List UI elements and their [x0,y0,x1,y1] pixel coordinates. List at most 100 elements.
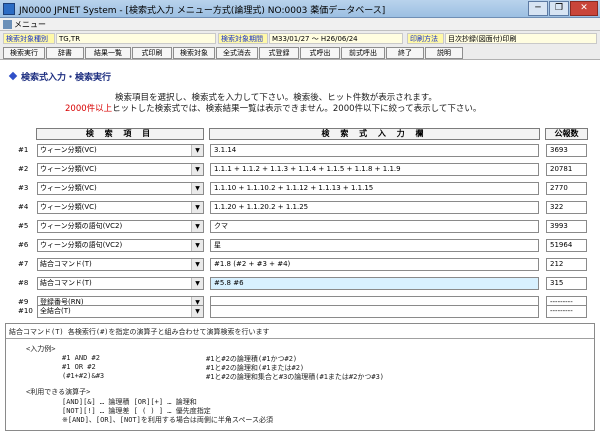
search-item-select[interactable]: ウィーン分類(VC) ▼ [37,182,204,195]
example-command: #1 OR #2 [62,363,96,371]
search-expression-input[interactable]: #1.8 (#2 + #3 + #4) [210,258,539,271]
row-number: #5 [18,222,29,230]
window-title: JN0000 JPNET System - [検索式入力 メニュー方式(論理式)… [19,6,386,16]
search-item-value: ウィーン分類の語句(VC2) [40,222,123,230]
dictionary-button[interactable]: 辞書 [46,47,84,59]
search-row: #10 全結合(T) ▼ --------- [18,303,590,321]
title-bar: JN0000 JPNET System - [検索式入力 メニュー方式(論理式)… [0,0,600,18]
row-number: #1 [18,146,29,154]
search-item-select[interactable]: ウィーン分類(VC) ▼ [37,144,204,157]
search-expression-input[interactable]: #5.8 #6 [210,277,539,290]
example-command: #1 AND #2 [62,354,100,362]
search-item-value: ウィーン分類(VC) [40,203,97,211]
dropdown-arrow-icon[interactable]: ▼ [191,221,203,232]
menu-item-menu[interactable]: メニュー [14,19,46,30]
dropdown-arrow-icon[interactable]: ▼ [191,145,203,156]
row-number: #8 [18,279,29,287]
search-expression-input[interactable]: 星 [210,239,539,252]
dropdown-arrow-icon[interactable]: ▼ [191,183,203,194]
hit-count: 3993 [546,220,587,233]
dropdown-arrow-icon[interactable]: ▼ [191,240,203,251]
search-item-value: ウィーン分類(VC) [40,165,97,173]
search-row: #1 ウィーン分類(VC) ▼ 3.1.14 3693 [18,142,590,161]
load-expression-button[interactable]: 式呼出 [300,47,340,59]
hit-count: --------- [546,305,587,318]
dropdown-arrow-icon[interactable]: ▼ [191,278,203,289]
search-item-select[interactable]: 全結合(T) ▼ [37,305,204,318]
exit-button[interactable]: 終了 [386,47,424,59]
dropdown-arrow-icon[interactable]: ▼ [191,202,203,213]
close-button[interactable]: ✕ [570,1,598,16]
target-period-value: M33/01/27 ～ H26/06/24 [269,33,403,44]
column-header-count: 公報数 [545,128,588,140]
search-expression-input[interactable]: 1.1.1 + 1.1.2 + 1.1.3 + 1.1.4 + 1.1.5 + … [210,163,539,176]
row-number: #7 [18,260,29,268]
search-item-value: ウィーン分類(VC) [40,146,97,154]
target-type-label: 検索対象種別 [3,33,55,44]
instruction-line-2: 2000件以上ヒットした検索式では、検索結果一覧は表示できません。2000件以下… [65,102,481,114]
search-item-value: ウィーン分類の語句(VC2) [40,241,123,249]
result-list-button[interactable]: 結果一覧 [85,47,131,59]
section-title-text: 検索式入力・検索実行 [21,73,112,83]
column-header-expression: 検 索 式 入 力 欄 [209,128,540,140]
hit-count: 322 [546,201,587,214]
search-item-value: 結合コマンド(T) [40,260,92,268]
clear-all-button[interactable]: 全式消去 [216,47,258,59]
search-expression-input[interactable]: 1.1.10 + 1.1.10.2 + 1.1.12 + 1.1.13 + 1.… [210,182,539,195]
restore-button[interactable]: ❐ [549,1,569,16]
load-previous-expression-button[interactable]: 前式呼出 [341,47,385,59]
dropdown-arrow-icon[interactable]: ▼ [191,164,203,175]
hit-count: 3693 [546,144,587,157]
search-row: #4 ウィーン分類(VC) ▼ 1.1.20 + 1.1.20.2 + 1.1.2… [18,199,590,218]
hit-count: 51964 [546,239,587,252]
search-row: #3 ウィーン分類(VC) ▼ 1.1.10 + 1.1.10.2 + 1.1.1… [18,180,590,199]
search-item-select[interactable]: 結合コマンド(T) ▼ [37,277,204,290]
operators-heading: <利用できる演算子> [26,388,91,396]
row-number: #2 [18,165,29,173]
main-panel: 検索式入力・検索実行 検索項目を選択し、検索式を入力して下さい。検索後、ヒット件… [5,60,595,322]
search-item-select[interactable]: 結合コマンド(T) ▼ [37,258,204,271]
help-button[interactable]: 説明 [425,47,463,59]
search-expression-input[interactable]: クマ [210,220,539,233]
search-item-select[interactable]: ウィーン分類(VC) ▼ [37,201,204,214]
search-condition-bar: 検索対象種別 TG,TR 検索対象期間 M33/01/27 ～ H26/06/2… [0,31,600,46]
section-title: 検索式入力・検索実行 [8,70,112,83]
search-item-value: 全結合(T) [40,307,71,315]
dropdown-arrow-icon[interactable]: ▼ [191,259,203,270]
target-period-label: 検索対象期間 [218,33,268,44]
hit-count: 315 [546,277,587,290]
search-row: #2 ウィーン分類(VC) ▼ 1.1.1 + 1.1.2 + 1.1.3 + 1… [18,161,590,180]
search-expression-input[interactable]: 3.1.14 [210,144,539,157]
dropdown-arrow-icon[interactable]: ▼ [191,306,203,317]
search-expression-input[interactable] [210,305,539,318]
hit-count: 2770 [546,182,587,195]
minimize-button[interactable]: ─ [528,1,548,16]
search-target-button[interactable]: 検索対象 [173,47,215,59]
search-item-select[interactable]: ウィーン分類の語句(VC2) ▼ [37,220,204,233]
print-expression-button[interactable]: 式印刷 [132,47,172,59]
window-controls: ─ ❐ ✕ [528,1,598,16]
example-command: (#1+#2)&#3 [62,372,105,380]
instruction-rest: ヒットした検索式では、検索結果一覧は表示できません。2000件以下に絞って表示し… [112,104,482,114]
diamond-icon [8,71,18,81]
row-number: #3 [18,184,29,192]
search-item-value: ウィーン分類(VC) [40,184,97,192]
toolbar: 検索実行 辞書 結果一覧 式印刷 検索対象 全式消去 式登録 式呼出 前式呼出 … [0,46,600,60]
print-method-label: 印刷方法 [407,33,444,44]
hit-count: 20781 [546,163,587,176]
menu-bar: メニュー [0,18,600,31]
operator-note: ※[AND]、[OR]、[NOT]を利用する場合は両側に半角スペース必須 [62,416,274,424]
search-row: #8 結合コマンド(T) ▼ #5.8 #6 315 [18,275,590,294]
menu-icon [3,20,12,29]
search-item-select[interactable]: ウィーン分類(VC) ▼ [37,163,204,176]
search-expression-input[interactable]: 1.1.20 + 1.1.20.2 + 1.1.25 [210,201,539,214]
row-number: #10 [18,307,33,315]
search-item-value: 結合コマンド(T) [40,279,92,287]
register-expression-button[interactable]: 式登録 [259,47,299,59]
help-heading: 結合コマンド(T) 各検索行(#)を指定の演算子と組み合わせて演算検索を行います [9,328,270,336]
example-description: #1と#2の論理和集合と#3の論理積(#1または#2かつ#3) [206,373,385,381]
column-header-item: 検 索 項 目 [36,128,204,140]
execute-search-button[interactable]: 検索実行 [3,47,45,59]
search-item-select[interactable]: ウィーン分類の語句(VC2) ▼ [37,239,204,252]
instruction-warning: 2000件以上 [65,104,113,114]
